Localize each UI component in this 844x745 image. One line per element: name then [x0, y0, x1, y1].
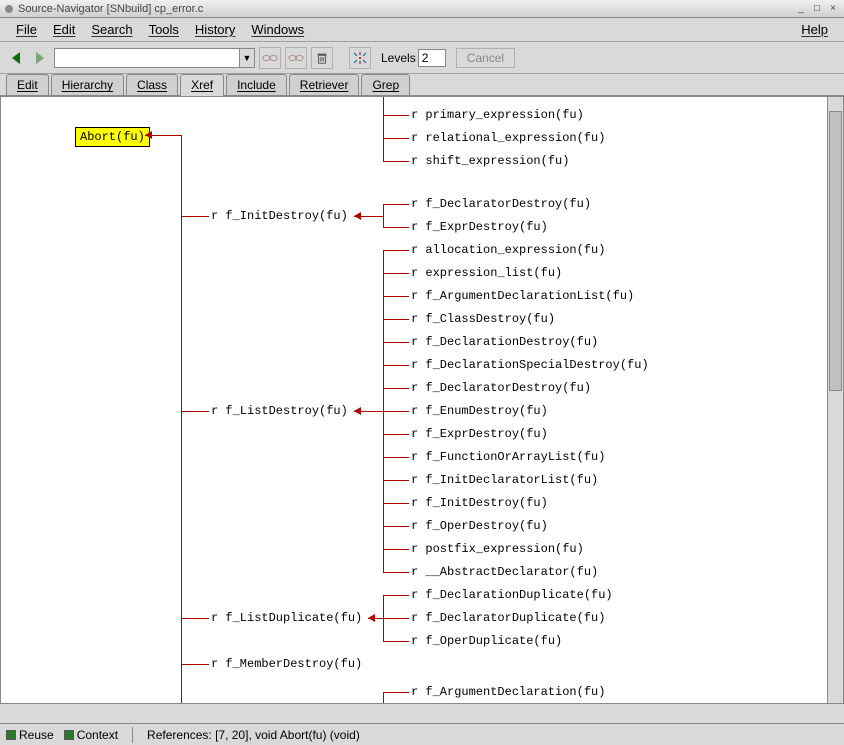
vertical-scrollbar[interactable] [827, 97, 843, 716]
xref-leaf[interactable]: r __AbstractDeclarator(fu) [409, 564, 600, 580]
xref-leaf[interactable]: r f_ExprDestroy(fu) [409, 219, 550, 235]
xref-mid[interactable]: r f_ListDuplicate(fu) [209, 610, 364, 626]
maximize-icon[interactable]: □ [810, 3, 824, 15]
tab-class[interactable]: Class [126, 74, 178, 95]
minimize-icon[interactable]: _ [794, 3, 808, 15]
tab-xref[interactable]: Xref [180, 74, 224, 96]
menu-windows[interactable]: Windows [243, 20, 312, 39]
combo-dropdown-icon[interactable]: ▼ [239, 48, 255, 68]
referred-by-icon[interactable] [285, 47, 307, 69]
context-toggle[interactable]: Context [64, 728, 118, 742]
filter-icon[interactable] [349, 47, 371, 69]
levels-label: Levels [381, 51, 416, 65]
xref-leaf[interactable]: r f_OperDuplicate(fu) [409, 633, 564, 649]
xref-canvas[interactable]: Abort(fu) r primary_expression(fu)r relat… [1, 97, 827, 716]
xref-leaf[interactable]: r f_DeclarationDestroy(fu) [409, 334, 600, 350]
close-icon[interactable]: × [826, 3, 840, 15]
menu-help[interactable]: Help [793, 20, 836, 39]
xref-leaf[interactable]: r f_DeclaratorDuplicate(fu) [409, 610, 607, 626]
xref-leaf[interactable]: r f_DeclaratorDestroy(fu) [409, 196, 593, 212]
xref-leaf[interactable]: r f_DeclaratorDestroy(fu) [409, 380, 593, 396]
tab-include[interactable]: Include [226, 74, 287, 95]
xref-leaf[interactable]: r expression_list(fu) [409, 265, 564, 281]
statusbar: Reuse Context References: [7, 20], void … [0, 723, 844, 745]
xref-leaf[interactable]: r f_EnumDestroy(fu) [409, 403, 550, 419]
refers-to-icon[interactable] [259, 47, 281, 69]
nav-back-icon[interactable] [6, 47, 26, 69]
checkbox-icon [64, 730, 74, 740]
xref-leaf[interactable]: r allocation_expression(fu) [409, 242, 607, 258]
menu-tools[interactable]: Tools [141, 20, 187, 39]
toolbar: ▼ Levels Cancel [0, 42, 844, 74]
xref-leaf[interactable]: r f_ArgumentDeclarationList(fu) [409, 288, 636, 304]
xref-leaf[interactable]: r f_InitDestroy(fu) [409, 495, 550, 511]
horizontal-scrollbar[interactable] [0, 703, 844, 717]
xref-mid[interactable]: r f_InitDestroy(fu) [209, 208, 350, 224]
nav-forward-icon[interactable] [30, 47, 50, 69]
tab-bar: Edit Hierarchy Class Xref Include Retrie… [0, 74, 844, 96]
checkbox-icon [6, 730, 16, 740]
tab-edit[interactable]: Edit [6, 74, 49, 95]
symbol-input[interactable] [54, 48, 240, 68]
xref-leaf[interactable]: r shift_expression(fu) [409, 153, 571, 169]
xref-mid[interactable]: r f_ListDestroy(fu) [209, 403, 350, 419]
xref-leaf[interactable]: r f_DeclarationSpecialDestroy(fu) [409, 357, 651, 373]
reuse-label: Reuse [19, 728, 54, 742]
xref-leaf[interactable]: r f_ArgumentDeclaration(fu) [409, 684, 607, 700]
scrollbar-thumb[interactable] [829, 111, 842, 391]
xref-root[interactable]: Abort(fu) [75, 127, 150, 147]
menu-history[interactable]: History [187, 20, 243, 39]
menubar: File Edit Search Tools History Windows H… [0, 18, 844, 42]
cancel-button[interactable]: Cancel [456, 48, 515, 68]
delete-icon[interactable] [311, 47, 333, 69]
xref-panel: Abort(fu) r primary_expression(fu)r relat… [0, 96, 844, 717]
xref-leaf[interactable]: r f_OperDestroy(fu) [409, 518, 550, 534]
status-text: References: [7, 20], void Abort(fu) (voi… [147, 728, 360, 742]
levels-input[interactable] [418, 49, 446, 67]
tab-hierarchy[interactable]: Hierarchy [51, 74, 124, 95]
window-title: Source-Navigator [SNbuild] cp_error.c [18, 3, 203, 15]
tab-grep[interactable]: Grep [361, 74, 410, 95]
menu-file[interactable]: File [8, 20, 45, 39]
xref-leaf[interactable]: r f_ExprDestroy(fu) [409, 426, 550, 442]
xref-leaf[interactable]: r primary_expression(fu) [409, 107, 586, 123]
tab-retriever[interactable]: Retriever [289, 74, 360, 95]
menu-search[interactable]: Search [83, 20, 140, 39]
xref-leaf[interactable]: r relational_expression(fu) [409, 130, 607, 146]
xref-leaf[interactable]: r f_InitDeclaratorList(fu) [409, 472, 600, 488]
xref-mid[interactable]: r f_MemberDestroy(fu) [209, 656, 364, 672]
xref-leaf[interactable]: r f_DeclarationDuplicate(fu) [409, 587, 615, 603]
menu-edit[interactable]: Edit [45, 20, 83, 39]
xref-leaf[interactable]: r postfix_expression(fu) [409, 541, 586, 557]
xref-leaf[interactable]: r f_FunctionOrArrayList(fu) [409, 449, 607, 465]
app-icon [4, 4, 14, 14]
reuse-toggle[interactable]: Reuse [6, 728, 54, 742]
symbol-combo: ▼ [54, 48, 255, 68]
xref-leaf[interactable]: r f_ClassDestroy(fu) [409, 311, 557, 327]
window-titlebar: Source-Navigator [SNbuild] cp_error.c _ … [0, 0, 844, 18]
context-label: Context [77, 728, 118, 742]
